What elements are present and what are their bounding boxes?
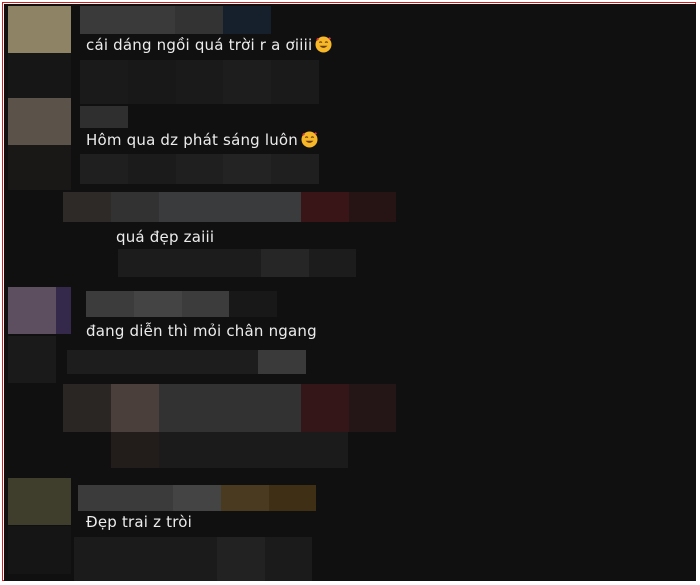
pixelated-username[interactable] [80, 106, 128, 128]
avatar[interactable] [8, 478, 71, 525]
comment-text: cái dáng ngồi quá trời r a ơiiii [86, 36, 313, 54]
comment-text: quá đẹp zaiii [116, 228, 215, 246]
pixelated-reply [111, 384, 159, 432]
pixelated-username [175, 6, 223, 34]
pixelated-username [111, 192, 159, 222]
comment-text: Hôm qua dz phát sáng luôn [86, 131, 299, 149]
pixelated-actions [223, 154, 271, 184]
comment-text-2: Hôm qua dz phát sáng luôn [86, 130, 318, 150]
pixelated-username[interactable] [80, 6, 175, 34]
pixelated-actions [223, 60, 271, 104]
pixelated-username [223, 6, 271, 34]
pixelated-actions[interactable] [80, 60, 319, 104]
smiling-face-with-hearts-icon [315, 36, 332, 53]
smiling-face-with-hearts-icon [301, 131, 318, 148]
pixelated-actions [258, 350, 306, 374]
pixelated-username [134, 291, 182, 317]
pixelated-username [229, 291, 277, 317]
comment-text: đang diễn thì mỏi chân ngang [86, 322, 317, 340]
pixelated-actions [217, 537, 265, 581]
comment-text-4: đang diễn thì mỏi chân ngang [86, 321, 317, 341]
avatar[interactable] [8, 6, 71, 53]
avatar-edge [56, 287, 71, 334]
pixelated-actions [8, 145, 71, 190]
pixelated-actions[interactable] [80, 154, 319, 184]
pixelated-actions[interactable] [118, 249, 356, 277]
pixelated-username [63, 192, 111, 222]
pixelated-reply [111, 432, 159, 468]
pixelated-username[interactable] [159, 192, 301, 222]
pixelated-actions [8, 53, 71, 98]
comment-text-3: quá đẹp zaiii [116, 227, 214, 247]
pixelated-username [269, 485, 316, 511]
pixelated-reply [301, 384, 349, 432]
avatar[interactable] [8, 98, 71, 145]
pixelated-username [173, 485, 221, 511]
pixelated-reply [159, 432, 348, 468]
pixelated-actions [8, 526, 71, 574]
pixelated-reply [63, 384, 111, 432]
pixelated-reply[interactable] [159, 384, 301, 432]
pixelated-username [221, 485, 269, 511]
comment-text-1: cái dáng ngồi quá trời r a ơiiii [86, 35, 332, 55]
pixelated-actions [128, 60, 176, 104]
pixelated-actions [8, 336, 56, 383]
comment-feed: cái dáng ngồi quá trời r a ơiiii Hôm qua… [4, 4, 696, 581]
pixelated-username [349, 192, 396, 222]
pixelated-username [301, 192, 349, 222]
avatar[interactable] [8, 287, 56, 334]
pixelated-actions [261, 249, 309, 277]
pixelated-actions [128, 154, 176, 184]
pixelated-actions[interactable] [74, 537, 312, 581]
comment-text: Đẹp trai z tròi [86, 513, 193, 531]
comment-text-5: Đẹp trai z tròi [86, 512, 192, 532]
pixelated-reply [349, 384, 396, 432]
